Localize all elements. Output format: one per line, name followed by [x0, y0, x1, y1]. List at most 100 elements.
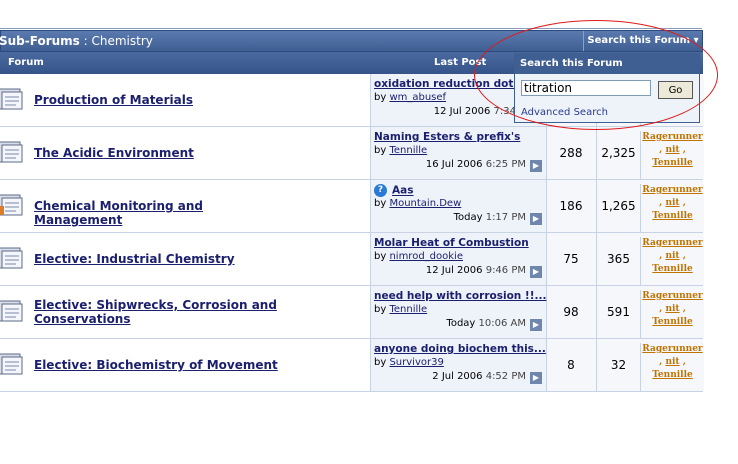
chevron-down-icon: ▾	[693, 35, 699, 46]
last-post-time: 1:17 PM	[485, 212, 526, 223]
last-post-time: 4:52 PM	[485, 371, 526, 382]
moderator-link[interactable]: Ragerunner	[642, 344, 702, 354]
last-post-title-link[interactable]: anyone doing biochem this...	[374, 343, 546, 355]
forum-row: Elective: Shipwrecks, Corrosion and Cons…	[0, 286, 704, 339]
last-post-cell: Naming Esters & prefix's by Tennille 16 Ju…	[371, 127, 547, 179]
moderator-link[interactable]: Tennille	[652, 370, 692, 380]
forum-row: Elective: Industrial Chemistry Molar Heat…	[0, 233, 704, 286]
last-post-time: 9:46 PM	[485, 265, 526, 276]
forum-row: The Acidic Environment Naming Esters & pr…	[0, 127, 704, 180]
forum-row: Chemical Monitoring and Management? Aas by…	[0, 180, 704, 233]
forum-cell: Chemical Monitoring and Management	[0, 180, 371, 232]
last-post-time: 10:06 AM	[478, 318, 526, 329]
column-header-forum[interactable]: Forum	[8, 57, 44, 68]
moderator-link[interactable]: nit	[665, 304, 679, 314]
forum-title-link[interactable]: Chemical Monitoring and Management	[34, 199, 294, 227]
last-post-cell: Molar Heat of Combustion by nimrod_dookie…	[371, 233, 547, 285]
moderator-link[interactable]: Tennille	[652, 158, 692, 168]
moderator-link[interactable]: Ragerunner	[642, 238, 702, 248]
forum-cell: Production of Materials	[0, 74, 371, 126]
post-count: 1,265	[596, 180, 640, 232]
last-post-title-link[interactable]: need help with corrosion !!...	[374, 290, 546, 302]
search-popup-title: Search this Forum	[515, 54, 699, 74]
forum-cell: Elective: Industrial Chemistry	[0, 233, 371, 285]
last-post-title-link[interactable]: oxidation reduction dot p	[374, 78, 525, 90]
moderator-link[interactable]: nit	[665, 357, 679, 367]
last-post-title-link[interactable]: Aas	[392, 185, 413, 197]
last-post-title-link[interactable]: Naming Esters & prefix's	[374, 131, 520, 143]
forum-folder-icon	[0, 194, 23, 216]
last-post-date: 2 Jul 2006	[432, 371, 483, 382]
forum-cell: Elective: Shipwrecks, Corrosion and Cons…	[0, 286, 371, 338]
forum-folder-icon	[0, 247, 23, 269]
go-button[interactable]: Go	[658, 81, 693, 99]
moderator-link[interactable]: Tennille	[652, 264, 692, 274]
thread-count: 98	[563, 305, 579, 319]
thread-count: 8	[567, 358, 575, 372]
forum-title-link[interactable]: The Acidic Environment	[34, 146, 294, 160]
post-count: 2,325	[596, 127, 640, 179]
moderator-link[interactable]: Ragerunner	[642, 185, 702, 195]
go-to-last-post-icon[interactable]: ▶	[530, 319, 542, 331]
forum-folder-icon	[0, 141, 23, 163]
go-to-last-post-icon[interactable]: ▶	[530, 372, 542, 384]
moderators-cell: Ragerunner, nit , Tennille	[640, 343, 704, 391]
subforums-titlebar: Sub-Forums : Chemistry Search this Forum…	[0, 30, 703, 52]
moderator-link[interactable]: nit	[665, 145, 679, 155]
last-post-cell: ? Aas by Mountain.Dew Today 1:17 PM ▶	[371, 180, 547, 232]
moderator-link[interactable]: nit	[665, 198, 679, 208]
forum-title-link[interactable]: Elective: Biochemistry of Movement	[34, 358, 294, 372]
search-popup: Search this Forum Go Advanced Search	[514, 53, 700, 123]
top-divider	[0, 28, 702, 29]
last-post-date: Today	[446, 318, 476, 329]
moderators-cell: Ragerunner, nit , Tennille	[640, 237, 704, 285]
forum-folder-icon	[0, 300, 23, 322]
last-post-author-link[interactable]: Survivor39	[389, 357, 443, 368]
last-post-author-link[interactable]: wm_abusef	[389, 92, 446, 103]
moderators-cell: Ragerunner, nit , Tennille	[640, 290, 704, 338]
moderator-link[interactable]: Ragerunner	[642, 291, 702, 301]
post-count: 32	[596, 339, 640, 391]
column-header-last-post[interactable]: Last Post	[434, 57, 486, 68]
last-post-date: 12 Jul 2006	[433, 106, 491, 117]
forum-row: Elective: Biochemistry of Movement anyone…	[0, 339, 704, 392]
forum-cell: Elective: Biochemistry of Movement	[0, 339, 371, 391]
moderator-link[interactable]: nit	[665, 251, 679, 261]
search-input[interactable]	[521, 80, 651, 96]
last-post-title-link[interactable]: Molar Heat of Combustion	[374, 237, 529, 249]
forum-title-link[interactable]: Elective: Industrial Chemistry	[34, 252, 294, 266]
last-post-date: Today	[453, 212, 483, 223]
moderator-link[interactable]: Tennille	[652, 317, 692, 327]
moderator-link[interactable]: Tennille	[652, 211, 692, 221]
moderators-cell: Ragerunner, nit , Tennille	[640, 131, 704, 179]
forum-folder-icon	[0, 353, 23, 375]
post-count: 365	[596, 233, 640, 285]
moderators-cell: Ragerunner, nit , Tennille	[640, 184, 704, 232]
last-post-cell: anyone doing biochem this... by Survivor3…	[371, 339, 547, 391]
question-icon: ?	[374, 184, 387, 197]
last-post-time: 6:25 PM	[485, 159, 526, 170]
forum-title-link[interactable]: Elective: Shipwrecks, Corrosion and Cons…	[34, 298, 294, 326]
last-post-cell: need help with corrosion !!... by Tennill…	[371, 286, 547, 338]
go-to-last-post-icon[interactable]: ▶	[530, 266, 542, 278]
forum-folder-icon	[0, 88, 23, 110]
last-post-author-link[interactable]: Tennille	[389, 145, 427, 156]
last-post-author-link[interactable]: nimrod_dookie	[389, 251, 463, 262]
forum-title-link[interactable]: Production of Materials	[34, 93, 294, 107]
category-name: Chemistry	[91, 34, 153, 48]
moderator-link[interactable]: Ragerunner	[642, 132, 702, 142]
go-to-last-post-icon[interactable]: ▶	[530, 160, 542, 172]
search-forum-link[interactable]: Search this Forum ▾	[583, 31, 702, 51]
forum-cell: The Acidic Environment	[0, 127, 371, 179]
last-post-date: 16 Jul 2006	[425, 159, 483, 170]
post-count: 591	[596, 286, 640, 338]
thread-count: 75	[563, 252, 579, 266]
advanced-search-link[interactable]: Advanced Search	[521, 107, 608, 118]
go-to-last-post-icon[interactable]: ▶	[530, 213, 542, 225]
last-post-author-link[interactable]: Mountain.Dew	[389, 198, 461, 209]
last-post-author-link[interactable]: Tennille	[389, 304, 427, 315]
thread-count: 186	[559, 199, 583, 213]
last-post-date: 12 Jul 2006	[425, 265, 483, 276]
subforums-label: Sub-Forums	[0, 34, 80, 48]
thread-count: 288	[559, 146, 583, 160]
